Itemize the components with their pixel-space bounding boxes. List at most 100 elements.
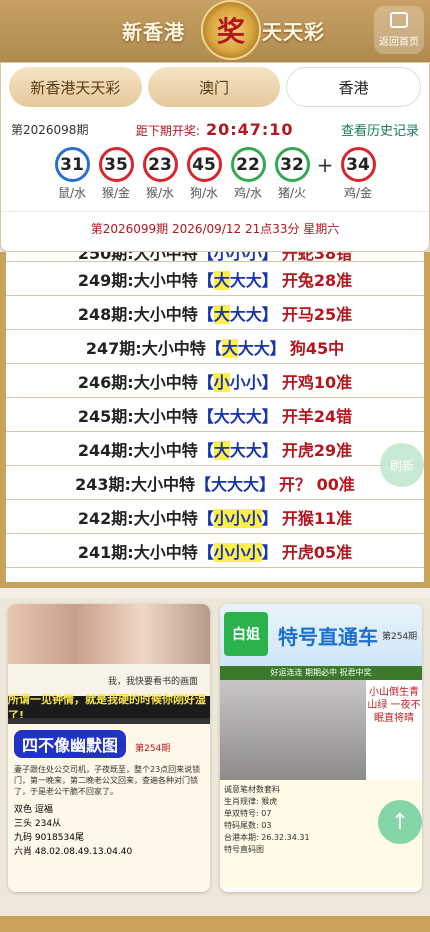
ad-photo	[8, 604, 210, 664]
ball-number: 32	[274, 147, 310, 182]
bracket-right: 】	[261, 508, 278, 528]
row-label: 大小中特	[133, 440, 198, 460]
pick-char: 小	[229, 252, 246, 262]
tab-hk-daily[interactable]: 新香港天天彩	[9, 67, 142, 107]
bracket-right: 】	[269, 338, 286, 358]
row-issue: 245期:	[77, 406, 134, 426]
ad-banner: 所谓一见钟情，就是我硬的时候你刚好湿了!	[8, 693, 210, 722]
paper-title: 四不像幽默图	[14, 730, 127, 758]
prediction-row: 246期: 大小中特 【小小小】 开鸡10准	[6, 364, 424, 398]
pick-char: 小	[245, 542, 262, 562]
ball-number: 31	[54, 147, 90, 182]
ad-right-side: 小山倒生青山绿 一夜不眠直将晴	[366, 680, 422, 780]
bracket-right: 】	[261, 440, 278, 460]
logo-char: 奖	[216, 15, 245, 48]
paper-text: 妻子跟住处公交司机，子夜既至，整个23点回来说锁门，第一晚来，第二晚老公又回来，…	[14, 765, 201, 796]
draw-panel: 新香港天天彩 澳门 香港 第2026098期 距下期开奖: 20:47:10 查看…	[0, 62, 430, 252]
row-pick: 【大大大】	[195, 471, 275, 495]
ad-badge: 白姐	[224, 612, 268, 656]
row-pick: 【小小小】	[198, 505, 278, 529]
pick-char: 大	[229, 406, 246, 426]
countdown-label: 距下期开奖:	[135, 123, 200, 138]
prediction-row: 249期: 大小中特 【大大大】 开兔28准	[6, 262, 424, 296]
history-link[interactable]: 查看历史记录	[341, 120, 419, 139]
row-result: 开虎29准	[281, 440, 353, 460]
ball-number: 22	[230, 147, 266, 182]
ball: 32 猪/火	[270, 147, 314, 205]
prediction-list: 250期: 大小中特 【小小小】 开蛇38错 249期: 大小中特 【大大大】 开兔28准 24…	[6, 252, 424, 582]
pick-char: 小	[213, 252, 230, 262]
ball-number: 45	[186, 147, 222, 182]
row-issue: 250期:	[77, 252, 134, 262]
pick-char: 小	[245, 252, 262, 262]
tab-hongkong[interactable]: 香港	[286, 67, 422, 107]
pick-char: 大	[253, 338, 270, 358]
ball: 31 鼠/水	[50, 147, 94, 205]
ball-zodiac: 猴/水	[145, 186, 175, 200]
row-label: 大小中特	[133, 508, 198, 528]
prediction-row: 250期: 大小中特 【小小小】 开蛇38错	[6, 252, 424, 262]
issue-number: 第2026098期	[11, 122, 89, 137]
bracket-right: 】	[261, 304, 278, 324]
logo: 奖	[201, 0, 261, 60]
bracket-right: 】	[261, 252, 278, 262]
ad-right-top: 白姐 特号直通车 第254期	[220, 604, 422, 666]
home-icon	[390, 12, 408, 28]
row-label: 大小中特	[133, 406, 198, 426]
refresh-button[interactable]: 刷新	[380, 443, 424, 487]
pick-char: 小	[229, 542, 246, 562]
row-label: 大小中特	[133, 304, 198, 324]
home-button[interactable]: 返回首页	[374, 6, 424, 54]
ball-number: 23	[142, 147, 178, 182]
bracket-right: 】	[261, 542, 278, 562]
ball-zodiac: 狗/水	[189, 186, 219, 200]
paper-rows: 双色 逗福 三头 234从 九码 9018534尾 六肖 48.02.08.49…	[14, 803, 204, 859]
header-title-right: 天天彩	[262, 20, 325, 44]
ad-card-left[interactable]: 我，我快要看书的画面 所谓一见钟情，就是我硬的时候你刚好湿了! 四不像幽默图 第…	[8, 604, 210, 892]
header-title-left: 新香港	[122, 20, 185, 44]
row-result: 开虎05准	[281, 542, 353, 562]
scroll-top-button[interactable]: ↑	[378, 800, 422, 844]
bracket-right: 】	[261, 270, 278, 290]
tab-macau[interactable]: 澳门	[147, 67, 281, 107]
pick-char: 小	[229, 372, 246, 392]
region-tabs: 新香港天天彩 澳门 香港	[1, 63, 429, 111]
ball: 45 狗/水	[182, 147, 226, 205]
pick-char: 大	[226, 474, 243, 494]
ball-number: 35	[98, 147, 134, 182]
ball: 23 猴/水	[138, 147, 182, 205]
row-pick: 【大大大】	[198, 301, 278, 325]
prediction-row: 248期: 大小中特 【大大大】 开马25准	[6, 296, 424, 330]
pick-char: 大	[245, 270, 262, 290]
bracket-left: 【	[197, 440, 214, 460]
pick-char: 大	[245, 440, 262, 460]
ad-right-strip: 好运连连 期期必中 祝君中奖	[220, 666, 422, 680]
bracket-left: 【	[197, 252, 214, 262]
row-label: 大小中特	[141, 338, 206, 358]
bottom-strip	[0, 916, 430, 932]
bracket-right: 】	[261, 372, 278, 392]
pick-char: 大	[245, 406, 262, 426]
pick-char: 大	[237, 338, 254, 358]
ball: 22 鸡/水	[226, 147, 270, 205]
pick-char: 大	[229, 304, 246, 324]
pick-char: 小	[245, 372, 262, 392]
row-result: 开？ 00准	[279, 474, 355, 494]
countdown-time: 20:47:10	[205, 119, 294, 139]
row-pick: 【大大大】	[198, 403, 278, 427]
bracket-left: 【	[197, 304, 214, 324]
pick-char: 大	[229, 270, 246, 290]
pick-char: 小	[213, 372, 230, 392]
bracket-left: 【	[197, 542, 214, 562]
pick-char: 小	[245, 508, 262, 528]
paper-row: 双色 逗福	[14, 805, 53, 815]
result-balls: 31 鼠/水 35 猴/金 23 猴/水 45 狗/水 22 鸡/水 32 猪/火 + 34…	[1, 139, 429, 205]
home-button-label: 返回首页	[379, 37, 419, 48]
ad-right-photo: 小山倒生青山绿 一夜不眠直将晴	[220, 680, 422, 780]
row-label: 大小中特	[133, 270, 198, 290]
app-header: 新香港 奖 天天彩 返回首页	[0, 0, 430, 62]
ad-card-right[interactable]: 白姐 特号直通车 第254期 好运连连 期期必中 祝君中奖 小山倒生青山绿 一夜…	[220, 604, 422, 892]
row-pick: 【小小小】	[198, 369, 278, 393]
next-draw: 第2026099期 2026/09/12 21点33分 星期六	[1, 211, 429, 237]
ad-paper: 四不像幽默图 第254期 妻子跟住处公交司机，子夜既至，整个23点回来说锁门，第…	[8, 718, 210, 892]
